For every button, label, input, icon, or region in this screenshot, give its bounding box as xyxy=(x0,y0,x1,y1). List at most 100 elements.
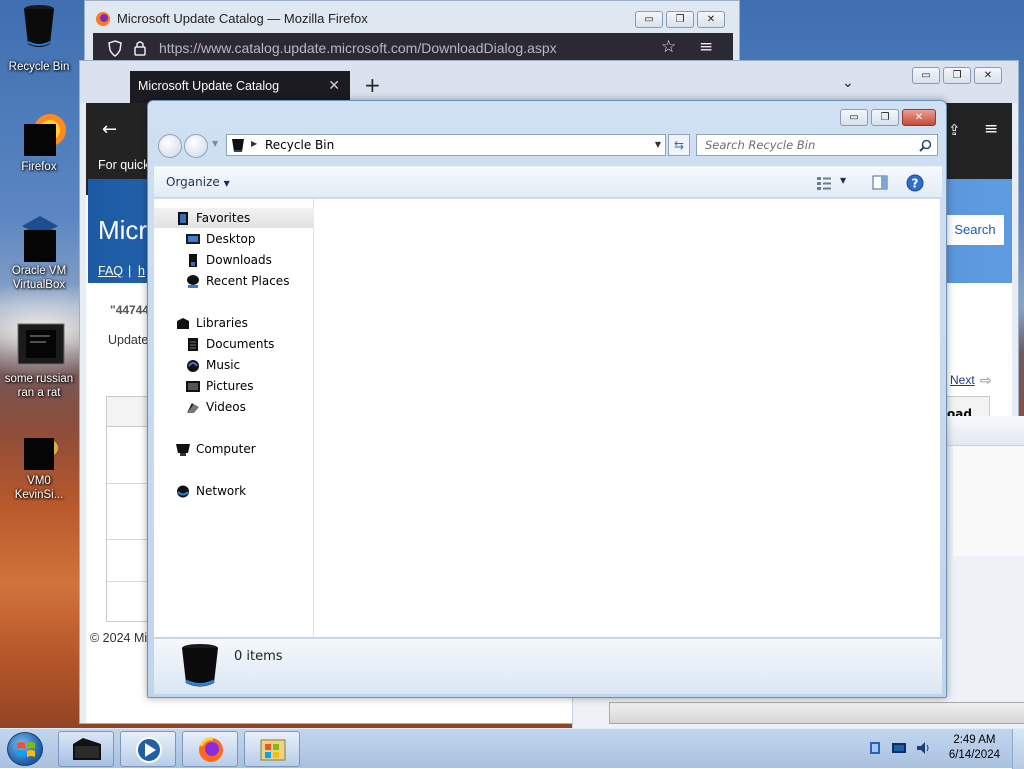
for-quick-text: For quick xyxy=(98,158,150,172)
menu-icon[interactable]: ≡ xyxy=(984,119,998,139)
share-icon[interactable]: ⇪ xyxy=(948,121,961,139)
address-dropdown-icon[interactable]: ▼ xyxy=(655,140,661,149)
nav-item-downloads[interactable]: Downloads xyxy=(154,250,314,270)
nav-item-music[interactable]: Music xyxy=(154,355,314,375)
desktop-icon-recycle-bin[interactable]: Recycle Bin xyxy=(0,5,78,74)
recent-pages-chevron-icon[interactable]: ▼ xyxy=(212,139,218,148)
address-text: Recycle Bin xyxy=(265,138,335,152)
nav-label: Pictures xyxy=(206,379,254,393)
tab-close-icon[interactable]: ✕ xyxy=(328,77,340,94)
firefox-icon xyxy=(96,12,110,26)
tray-flag-icon[interactable] xyxy=(868,741,882,755)
organize-dropdown-icon: ▼ xyxy=(223,179,230,188)
nav-item-desktop[interactable]: Desktop xyxy=(154,229,314,249)
new-tab-button[interactable]: + xyxy=(364,73,381,97)
tab-microsoft-update-catalog[interactable]: Microsoft Update Catalog ✕ xyxy=(130,71,350,103)
catalog-search-button[interactable]: Search xyxy=(946,215,1004,245)
taskbar-media-player-button[interactable] xyxy=(120,731,176,767)
taskbar: 2:49 AM 6/14/2024 xyxy=(0,728,1024,769)
preview-pane-icon[interactable] xyxy=(872,175,888,190)
windows-logo-icon xyxy=(17,742,35,757)
nav-item-pictures[interactable]: Pictures xyxy=(154,376,314,396)
tray-volume-icon[interactable] xyxy=(916,741,930,755)
tray-network-icon[interactable] xyxy=(892,741,906,755)
nav-item-videos[interactable]: Videos xyxy=(154,397,314,417)
bookmark-star-icon[interactable]: ☆ xyxy=(661,37,676,57)
faq-link[interactable]: FAQ xyxy=(98,264,123,278)
address-bar[interactable]: ▶ Recycle Bin ▼ xyxy=(226,134,666,156)
show-desktop-button[interactable] xyxy=(1012,729,1024,769)
nav-label: Network xyxy=(196,484,247,498)
nav-label: Desktop xyxy=(206,232,256,246)
recycle-bin-large-icon xyxy=(182,644,218,687)
clock-time: 2:49 AM xyxy=(953,734,996,746)
desktop: Recycle Bin Firefox Oracle VM VirtualBox xyxy=(0,0,1024,769)
nav-item-network[interactable]: Network xyxy=(154,481,314,501)
file-list-area[interactable] xyxy=(314,199,940,637)
explorer-window-recycle-bin[interactable]: ▭ ❐ ✕ ▼ ▶ Recycle Bin ▼ ⇆ Search Recycle… xyxy=(147,100,947,698)
search-icon[interactable] xyxy=(919,139,932,152)
minimize-button[interactable]: ▭ xyxy=(912,67,940,84)
minimize-icon: ▭ xyxy=(921,69,931,81)
back-arrow-icon[interactable]: ← xyxy=(102,119,117,140)
address-row: ▼ ▶ Recycle Bin ▼ ⇆ xyxy=(154,133,942,159)
nav-item-favorites[interactable]: Favorites xyxy=(154,208,314,228)
help-icon[interactable]: ? xyxy=(906,174,924,192)
nav-label: Music xyxy=(206,358,241,372)
maximize-button[interactable]: ❐ xyxy=(666,11,694,28)
organize-button[interactable]: Organize ▼ xyxy=(166,175,230,189)
banner-title: Micr xyxy=(98,215,148,245)
nav-item-computer[interactable]: Computer xyxy=(154,439,314,459)
search-recycle-bin[interactable] xyxy=(696,134,938,156)
nav-item-libraries[interactable]: Libraries xyxy=(154,313,314,333)
refresh-button[interactable]: ⇆ xyxy=(668,134,690,156)
desktop-icon-vm0[interactable]: VM0 KevinSi... xyxy=(0,432,78,502)
nav-label: Videos xyxy=(206,400,246,414)
url-bar[interactable]: https://www.catalog.update.microsoft.com… xyxy=(93,33,733,63)
clock[interactable]: 2:49 AM 6/14/2024 xyxy=(949,733,1000,763)
minimize-icon: ▭ xyxy=(849,111,859,123)
chevron-down-icon[interactable]: ⌄ xyxy=(842,75,854,91)
taskbar-windows-explorer-button[interactable] xyxy=(244,731,300,767)
clock-date: 6/14/2024 xyxy=(948,749,1000,761)
computer-icon xyxy=(176,444,190,456)
next-page-link[interactable]: Next xyxy=(950,373,975,387)
firefox-icon xyxy=(22,110,66,156)
close-icon: ✕ xyxy=(983,69,993,81)
desktop-icon-firefox[interactable]: Firefox xyxy=(0,110,78,174)
nav-item-recent-places[interactable]: Recent Places xyxy=(154,271,314,291)
libraries-icon xyxy=(177,318,189,329)
close-button[interactable]: ✕ xyxy=(697,11,725,28)
pictures-icon xyxy=(186,381,200,392)
maximize-button[interactable]: ❐ xyxy=(871,109,899,126)
music-icon xyxy=(187,360,199,372)
nav-item-documents[interactable]: Documents xyxy=(154,334,314,354)
forward-button[interactable] xyxy=(184,134,208,158)
hamburger-menu-icon[interactable]: ≡ xyxy=(699,37,713,57)
background-scrollbar[interactable] xyxy=(609,702,1024,724)
back-button[interactable] xyxy=(158,134,182,158)
folder-icon xyxy=(73,738,101,760)
start-button[interactable] xyxy=(7,732,43,766)
view-options-icon[interactable] xyxy=(816,176,832,190)
next-arrow-icon[interactable]: ⇨ xyxy=(980,373,992,389)
tab-label: Microsoft Update Catalog xyxy=(138,79,280,93)
desktop-icon-virtualbox[interactable]: Oracle VM VirtualBox xyxy=(0,214,78,292)
taskbar-explorer-button[interactable] xyxy=(58,731,114,767)
firefox-window-back[interactable]: Microsoft Update Catalog — Mozilla Firef… xyxy=(84,0,740,63)
tab-strip: Microsoft Update Catalog ✕ + ⌄ ▭ ❐ ✕ xyxy=(80,61,1018,103)
search-input[interactable] xyxy=(703,137,913,153)
desktop-icon-russian-rat[interactable]: some russian ran a rat xyxy=(0,322,78,400)
close-button[interactable]: ✕ xyxy=(974,67,1002,84)
view-dropdown-icon[interactable]: ▼ xyxy=(840,176,846,185)
maximize-button[interactable]: ❐ xyxy=(943,67,971,84)
search-query-fragment: "44744 xyxy=(110,303,150,317)
item-count: 0 items xyxy=(234,649,283,664)
close-button[interactable]: ✕ xyxy=(902,109,936,126)
minimize-button[interactable]: ▭ xyxy=(635,11,663,28)
help-link-fragment[interactable]: h xyxy=(138,264,145,278)
taskbar-firefox-button[interactable] xyxy=(182,731,238,767)
close-icon: ✕ xyxy=(914,111,924,123)
minimize-button[interactable]: ▭ xyxy=(840,109,868,126)
breadcrumb-arrow-icon[interactable]: ▶ xyxy=(251,139,257,148)
